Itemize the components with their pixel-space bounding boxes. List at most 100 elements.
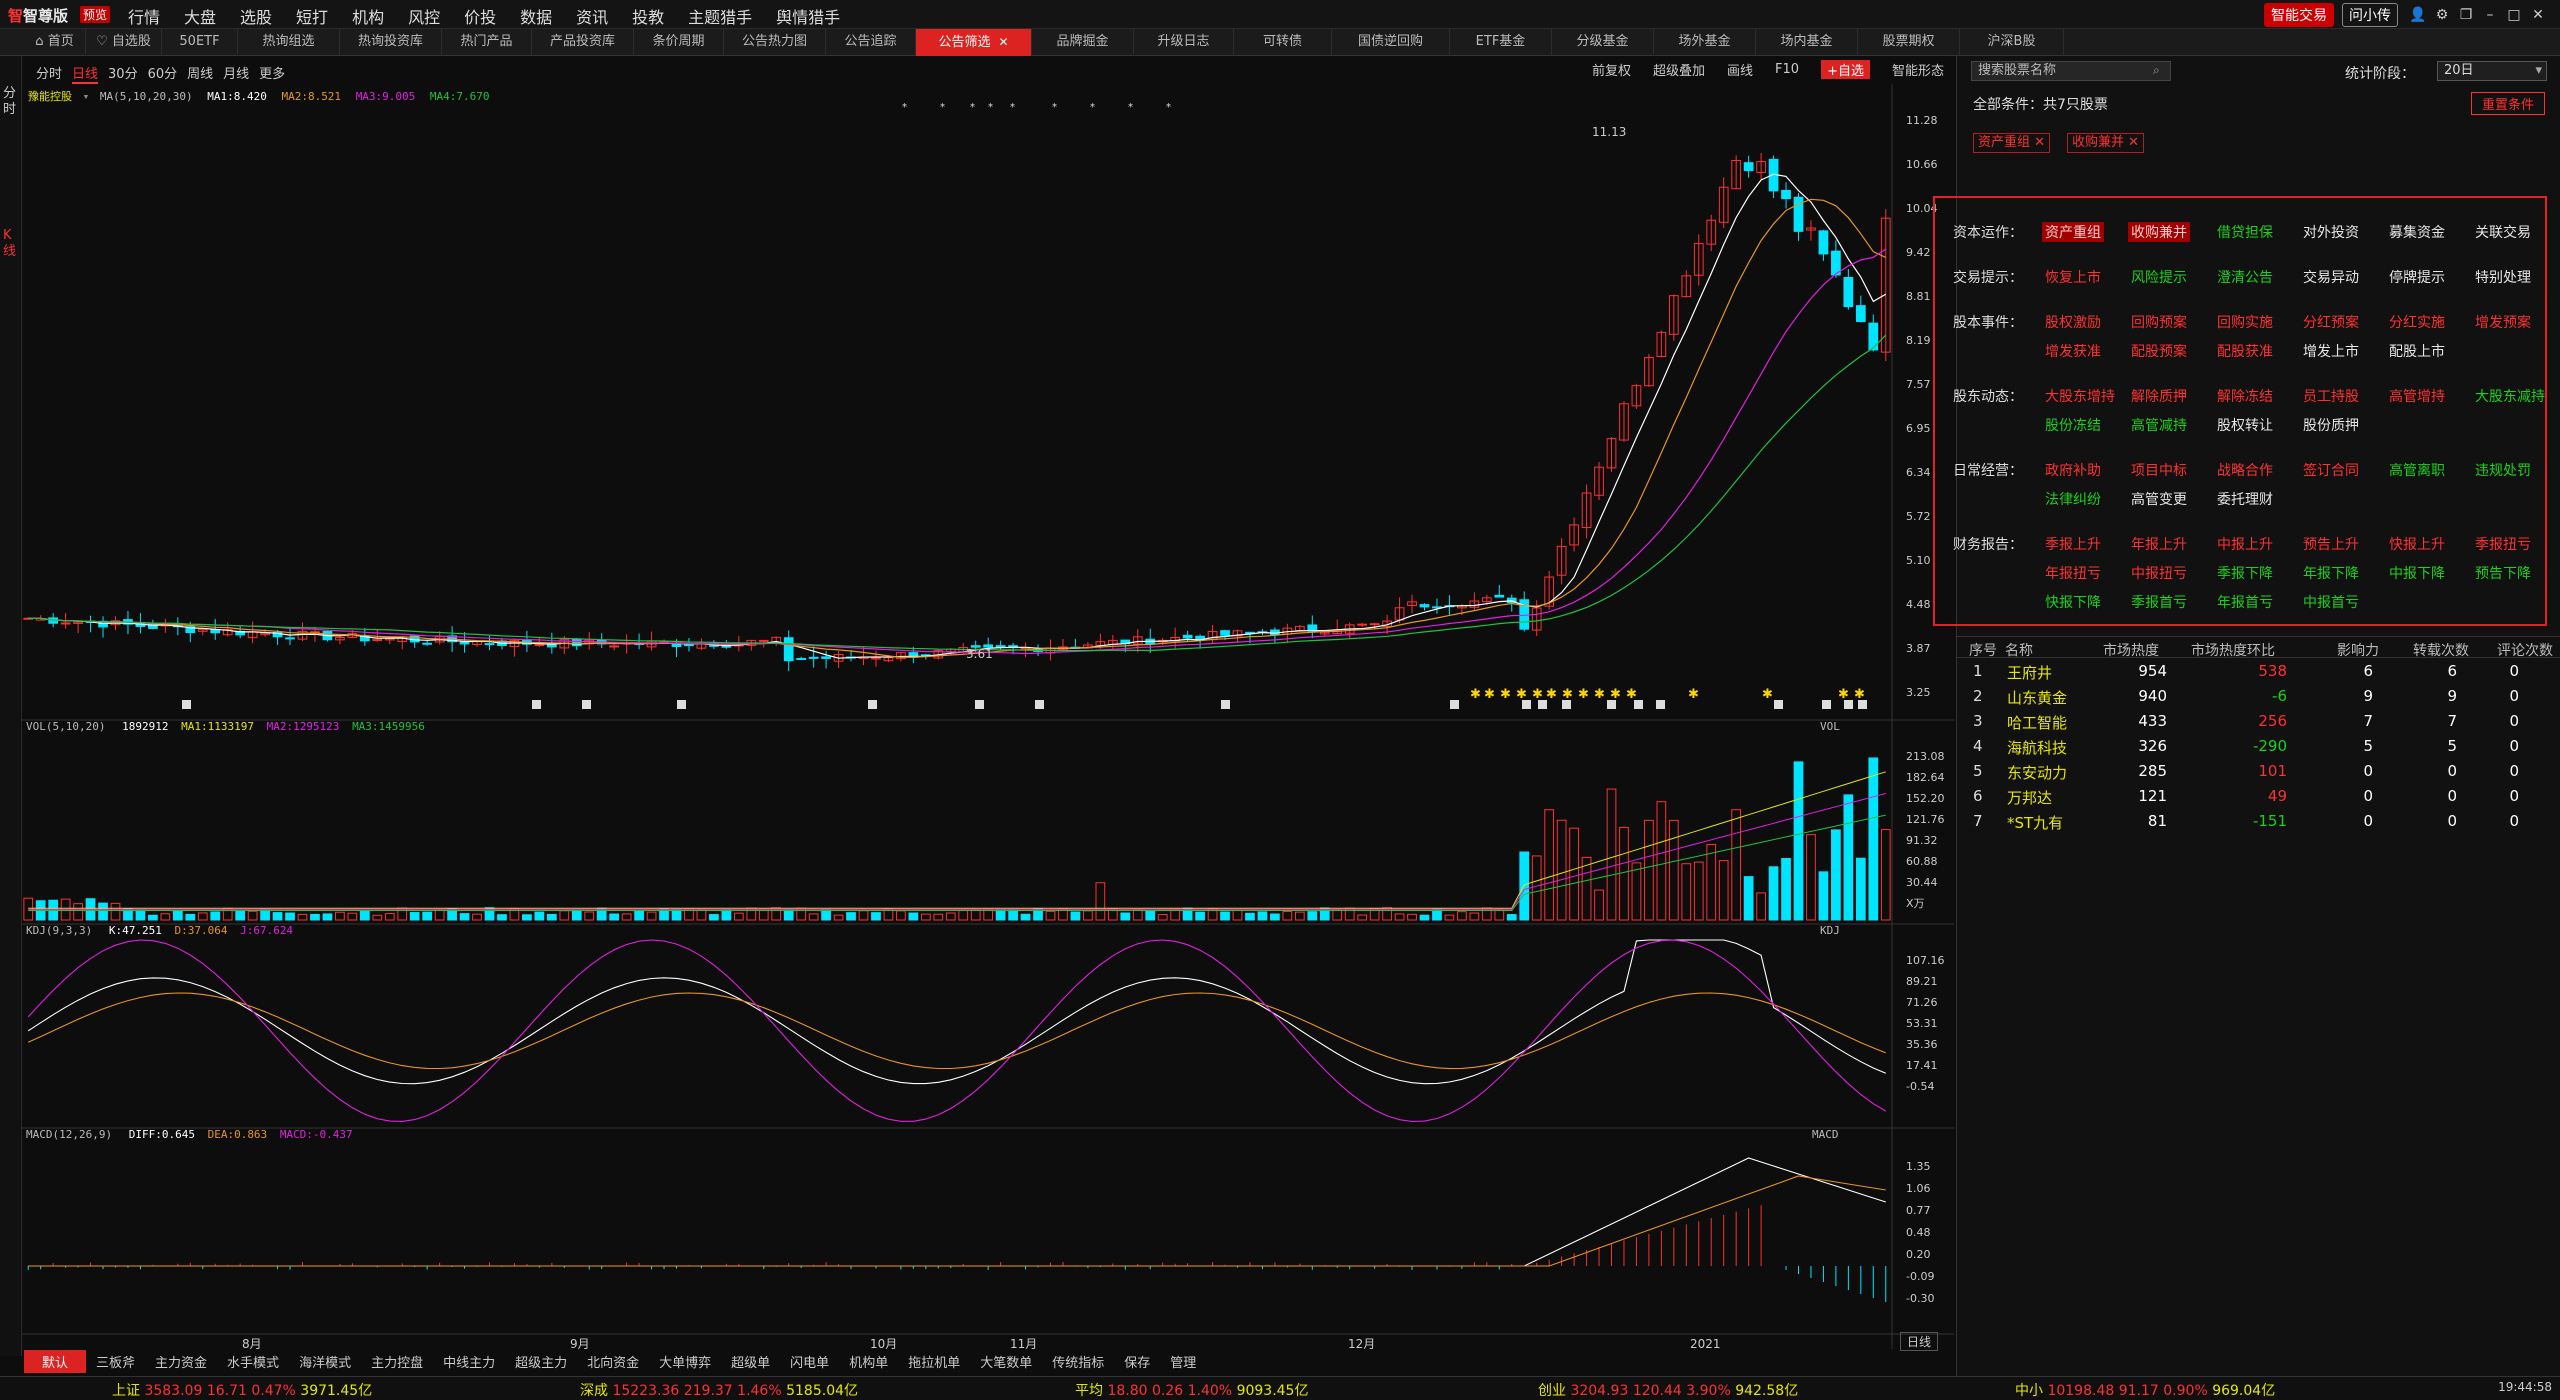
condition-option[interactable]: 增发上市 [2303, 341, 2359, 361]
smart-trade-button[interactable]: 智能交易 [2264, 3, 2334, 27]
condition-option[interactable]: 股权转让 [2217, 415, 2273, 435]
indicator-tab[interactable]: 闪电单 [780, 1352, 839, 1371]
condition-option[interactable]: 资产重组 [2042, 222, 2104, 242]
condition-option[interactable]: 季报扭亏 [2475, 534, 2531, 554]
condition-option[interactable]: 大股东增持 [2045, 386, 2115, 406]
condition-option[interactable]: 项目中标 [2131, 460, 2187, 480]
condition-option[interactable]: 特别处理 [2475, 267, 2531, 287]
chart-tool-button[interactable]: 智能形态 [1892, 60, 1944, 79]
condition-option[interactable]: 募集资金 [2389, 222, 2445, 242]
ask-button[interactable]: 问小传 [2342, 3, 2398, 27]
menu-item[interactable]: 选股 [240, 4, 272, 28]
condition-option[interactable]: 增发获准 [2045, 341, 2101, 361]
indicator-tab[interactable]: 北向资金 [577, 1352, 649, 1371]
indicator-tab[interactable]: 超级单 [721, 1352, 780, 1371]
condition-option[interactable]: 法律纠纷 [2045, 489, 2101, 509]
tab-item[interactable]: ETF基金 [1450, 29, 1552, 56]
tab-item[interactable]: ⌂ 首页 [24, 29, 86, 56]
condition-option[interactable]: 季报上升 [2045, 534, 2101, 554]
tab-item[interactable]: 50ETF [162, 29, 238, 56]
table-row[interactable]: 6 万邦达 121 49 0 0 0 [1957, 784, 2560, 809]
condition-option[interactable]: 借贷担保 [2217, 222, 2273, 242]
indicator-tab[interactable]: 大笔数单 [970, 1352, 1042, 1371]
condition-option[interactable]: 年报上升 [2131, 534, 2187, 554]
menu-item[interactable]: 大盘 [184, 4, 216, 28]
reset-conditions-button[interactable]: 重置条件 [2471, 92, 2546, 115]
condition-option[interactable]: 高管减持 [2131, 415, 2187, 435]
tab-close-icon[interactable]: ✕ [998, 35, 1008, 49]
condition-option[interactable]: 中报扭亏 [2131, 563, 2187, 583]
table-header[interactable]: 影响力 [2337, 640, 2379, 660]
menu-item[interactable]: 投教 [632, 4, 664, 28]
table-row[interactable]: 3 哈工智能 433 256 7 7 0 [1957, 709, 2560, 734]
stat-period-select[interactable]: 20日 ▾ [2437, 61, 2547, 81]
condition-option[interactable]: 中报下降 [2389, 563, 2445, 583]
tab-item[interactable]: 条价周期 [634, 29, 724, 56]
chart-tool-button[interactable]: F10 [1775, 62, 1799, 77]
tab-item[interactable]: 热门产品 [442, 29, 532, 56]
indicator-tab[interactable]: 保存 [1114, 1352, 1160, 1371]
indicator-tab[interactable]: 水手模式 [217, 1352, 289, 1371]
table-header[interactable]: 名称 [2005, 640, 2033, 660]
chart-tool-button[interactable]: 超级叠加 [1653, 60, 1705, 79]
condition-option[interactable]: 交易异动 [2303, 267, 2359, 287]
chip-close-icon[interactable]: ✕ [2124, 135, 2139, 150]
period-option[interactable]: 月线 [223, 67, 249, 82]
indicator-tab[interactable]: 机构单 [839, 1352, 898, 1371]
selected-chip[interactable]: 资产重组 ✕ [1973, 133, 2051, 153]
condition-option[interactable]: 配股获准 [2217, 341, 2273, 361]
kxian-toggle[interactable]: K线 [3, 228, 19, 260]
minimize-icon[interactable]: – [2478, 7, 2502, 23]
tab-item[interactable]: 国债逆回购 [1332, 29, 1450, 56]
condition-option[interactable]: 中报首亏 [2303, 592, 2359, 612]
period-option[interactable]: 分时 [36, 67, 62, 82]
tab-item[interactable]: 沪深B股 [1960, 29, 2064, 56]
tab-item[interactable]: 场内基金 [1756, 29, 1858, 56]
tab-item[interactable]: 热询投资库 [340, 29, 442, 56]
condition-option[interactable]: 回购实施 [2217, 312, 2273, 332]
menu-item[interactable]: 主题猎手 [688, 4, 752, 28]
indicator-tab[interactable]: 管理 [1160, 1352, 1206, 1371]
menu-item[interactable]: 风控 [408, 4, 440, 28]
indicator-tab[interactable]: 主力资金 [145, 1352, 217, 1371]
index-ticker[interactable]: 中小 10198.48 91.17 0.90% 969.04亿 [2015, 1380, 2275, 1400]
table-row[interactable]: 7 *ST九有 81 -151 0 0 0 [1957, 809, 2560, 834]
indicator-tab[interactable]: 三板斧 [86, 1352, 145, 1371]
menu-item[interactable]: 数据 [520, 4, 552, 28]
search-icon[interactable]: ⌕ [2153, 63, 2160, 78]
condition-option[interactable]: 中报上升 [2217, 534, 2273, 554]
condition-option[interactable]: 停牌提示 [2389, 267, 2445, 287]
table-header[interactable]: 序号 [1969, 640, 1997, 660]
table-header[interactable]: 评论次数 [2497, 640, 2553, 660]
condition-option[interactable]: 大股东减持 [2475, 386, 2545, 406]
condition-option[interactable]: 年报下降 [2303, 563, 2359, 583]
menu-item[interactable]: 行情 [128, 4, 160, 28]
tab-item[interactable]: ♡ 自选股 [86, 29, 162, 56]
table-header[interactable]: 市场热度 [2103, 640, 2159, 660]
condition-option[interactable]: 股份质押 [2303, 415, 2359, 435]
condition-option[interactable]: 配股预案 [2131, 341, 2187, 361]
tab-item[interactable]: 升级日志 [1134, 29, 1234, 56]
tab-item[interactable]: 可转债 [1234, 29, 1332, 56]
menu-item[interactable]: 短打 [296, 4, 328, 28]
indicator-tab[interactable]: 中线主力 [433, 1352, 505, 1371]
condition-option[interactable]: 季报首亏 [2131, 592, 2187, 612]
condition-option[interactable]: 回购预案 [2131, 312, 2187, 332]
condition-option[interactable]: 分红预案 [2303, 312, 2359, 332]
maximize-icon[interactable]: □ [2502, 7, 2526, 23]
dropdown-icon[interactable]: ▾ [83, 90, 90, 103]
condition-option[interactable]: 配股上市 [2389, 341, 2445, 361]
condition-option[interactable]: 解除质押 [2131, 386, 2187, 406]
tab-item[interactable]: 热询组选 [238, 29, 340, 56]
tab-item[interactable]: 品牌掘金 [1032, 29, 1134, 56]
condition-option[interactable]: 年报扭亏 [2045, 563, 2101, 583]
index-ticker[interactable]: 创业 3204.93 120.44 3.90% 942.58亿 [1538, 1380, 1798, 1400]
condition-option[interactable]: 关联交易 [2475, 222, 2531, 242]
condition-option[interactable]: 高管离职 [2389, 460, 2445, 480]
condition-option[interactable]: 收购兼并 [2128, 222, 2190, 242]
restore-icon[interactable]: ❐ [2454, 7, 2478, 23]
period-option[interactable]: 30分 [108, 67, 138, 82]
condition-option[interactable]: 违规处罚 [2475, 460, 2531, 480]
close-icon[interactable]: ✕ [2526, 7, 2550, 23]
chip-close-icon[interactable]: ✕ [2030, 135, 2045, 150]
